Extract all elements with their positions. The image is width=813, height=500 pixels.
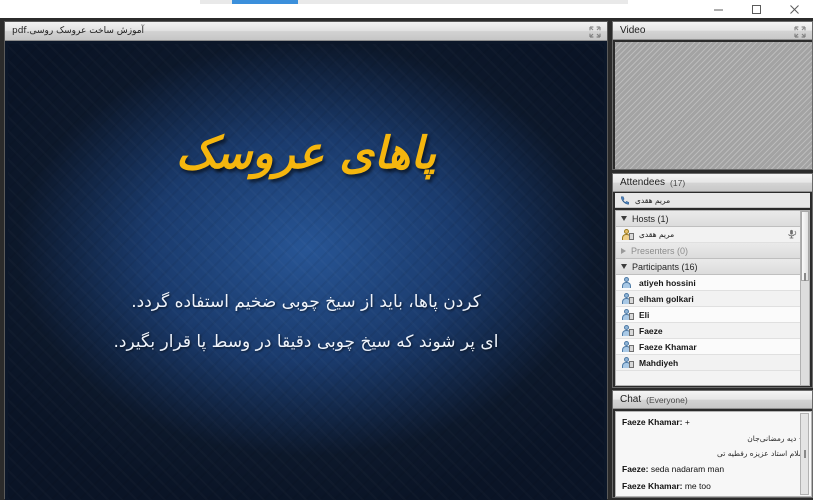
attendees-pod-title: Attendees xyxy=(620,177,666,188)
slide-text-line-2: ای پر شوند که سیخ چوبی دقیقا در وسط پا ق… xyxy=(113,332,499,352)
user-screen-icon xyxy=(622,341,634,352)
user-screen-icon xyxy=(622,325,634,336)
attendee-name: atiyeh hossini xyxy=(639,277,696,288)
attendees-pod-header: Attendees (17) xyxy=(613,174,812,192)
attendee-name: Eli xyxy=(639,309,650,320)
share-pod-title: آموزش ساخت عروسک روسی.pdf xyxy=(12,26,145,36)
chat-text: + xyxy=(682,417,690,427)
attendee-name: Faeze Khamar xyxy=(639,341,697,352)
chat-message: + دیه رمضانی‌جان xyxy=(622,434,805,443)
active-tab-indicator[interactable] xyxy=(232,0,298,4)
presentation-slide: پاهای عروسک کردن پاها، باید از سیخ چوبی … xyxy=(8,44,604,500)
chat-message: Faeze Khamar: me too xyxy=(622,481,805,492)
chat-pod: Chat (Everyone) Faeze Khamar: + + دیه رم… xyxy=(612,390,813,498)
video-pod-title: Video xyxy=(620,25,646,36)
self-attendee-row[interactable]: مریم هقدی xyxy=(615,193,810,208)
slide-text-line-1: کردن پاها، باید از سیخ چوبی ضخیم استفاده… xyxy=(131,292,481,312)
chat-message: Faeze Khamar: + xyxy=(622,417,805,428)
chevron-down-icon xyxy=(621,264,627,269)
share-pod: آموزش ساخت عروسک روسی.pdf پاهای عروسک کر… xyxy=(4,21,608,500)
attendee-name: Mahdiyeh xyxy=(639,357,679,368)
group-header-participants[interactable]: Participants (16) xyxy=(616,259,801,275)
chat-pod-title: Chat xyxy=(620,394,642,405)
scrollbar-grip-icon xyxy=(804,273,806,281)
group-header-presenters[interactable]: Presenters (0) xyxy=(616,243,801,259)
attendees-count: (17) xyxy=(670,177,686,188)
chat-message: Faeze: seda nadaram man xyxy=(622,464,805,475)
attendees-list[interactable]: Hosts (1) مریم هقدی Presenters (0) Parti… xyxy=(615,210,802,386)
attendee-row[interactable]: Faeze xyxy=(616,323,801,339)
share-pod-body: پاهای عروسک کردن پاها، باید از سیخ چوبی … xyxy=(5,41,607,500)
chat-text: seda nadaram man xyxy=(648,464,725,475)
window-controls xyxy=(693,0,813,18)
right-pod-column: Video Attendees (17) مریم هقدی Hosts (1)… xyxy=(610,18,813,500)
attendee-row[interactable]: elham golkari xyxy=(616,291,801,307)
attendees-pod: Attendees (17) مریم هقدی Hosts (1) مریم … xyxy=(612,173,813,388)
self-attendee-name: مریم هقدی xyxy=(635,195,671,205)
microphone-icon[interactable] xyxy=(786,229,797,240)
chevron-right-icon xyxy=(621,247,626,254)
user-screen-icon xyxy=(622,293,634,304)
maximize-button[interactable] xyxy=(737,0,775,18)
attendee-name: elham golkari xyxy=(639,293,694,304)
meeting-shell: آموزش ساخت عروسک روسی.pdf پاهای عروسک کر… xyxy=(0,18,813,500)
video-pod: Video xyxy=(612,21,813,170)
share-pod-header: آموزش ساخت عروسک روسی.pdf xyxy=(5,22,607,41)
user-icon xyxy=(622,277,633,288)
attendee-row[interactable]: Faeze Khamar xyxy=(616,339,801,355)
group-header-hosts[interactable]: Hosts (1) xyxy=(616,211,801,227)
fullscreen-icon[interactable] xyxy=(794,26,806,38)
close-button[interactable] xyxy=(775,0,813,18)
chat-text: + دیه رمضانی‌جان xyxy=(747,433,805,443)
chat-sender: Faeze Khamar: xyxy=(622,417,683,427)
fullscreen-icon[interactable] xyxy=(589,26,601,38)
browser-chrome xyxy=(0,0,813,18)
video-pod-header: Video xyxy=(613,22,812,40)
attendee-row-host[interactable]: مریم هقدی xyxy=(616,227,801,243)
chat-sender: Faeze Khamar: xyxy=(622,481,683,491)
video-stream-area xyxy=(615,42,812,169)
chat-text: سلام استاد عزیزه رفطیه تی xyxy=(717,449,805,458)
attendee-name: مریم هقدی xyxy=(639,230,675,239)
app-root: آموزش ساخت عروسک روسی.pdf پاهای عروسک کر… xyxy=(0,0,813,500)
group-label: Participants (16) xyxy=(632,261,698,272)
phone-icon xyxy=(621,196,629,204)
attendee-row[interactable]: atiyeh hossini xyxy=(616,275,801,291)
chat-sender: Faeze: xyxy=(622,464,649,475)
maximize-icon xyxy=(751,4,761,14)
attendee-row[interactable]: Eli xyxy=(616,307,801,323)
slide-title: پاهای عروسک xyxy=(175,128,437,179)
chat-pod-header: Chat (Everyone) xyxy=(613,391,812,409)
chat-scope: (Everyone) xyxy=(646,394,688,405)
user-screen-icon xyxy=(622,309,634,320)
user-screen-icon xyxy=(622,357,634,368)
group-label: Presenters (0) xyxy=(631,245,689,256)
attendees-scrollbar[interactable] xyxy=(800,210,810,386)
minimize-icon xyxy=(713,9,723,10)
host-user-icon xyxy=(622,229,634,240)
chat-text: me too xyxy=(682,481,711,491)
scrollbar-thumb[interactable] xyxy=(801,211,809,281)
scrollbar-grip-icon xyxy=(804,450,806,458)
chat-scrollbar[interactable] xyxy=(800,413,809,495)
group-label: Hosts (1) xyxy=(632,213,669,224)
chevron-down-icon xyxy=(621,216,627,221)
attendee-name: Faeze xyxy=(639,325,663,336)
chat-message: سلام استاد عزیزه رفطیه تی xyxy=(622,449,805,458)
close-icon xyxy=(789,4,799,14)
chat-message-list[interactable]: Faeze Khamar: + + دیه رمضانی‌جان سلام اس… xyxy=(615,411,812,497)
minimize-button[interactable] xyxy=(699,0,737,18)
attendee-row[interactable]: Mahdiyeh xyxy=(616,355,801,371)
